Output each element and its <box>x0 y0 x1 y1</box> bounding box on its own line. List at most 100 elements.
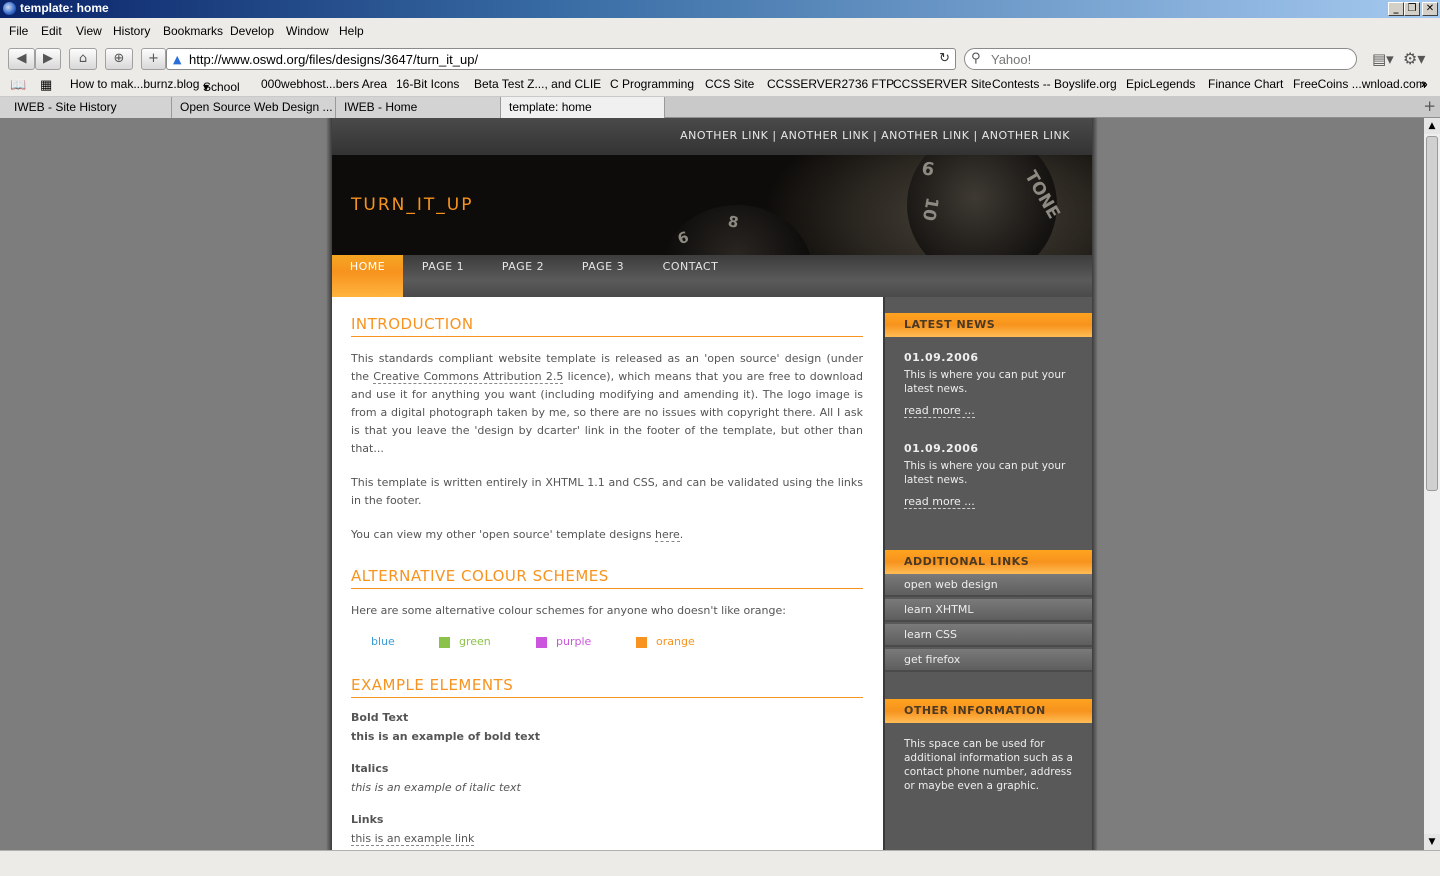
creative-commons-link[interactable]: Creative Commons Attribution 2.5 <box>373 370 564 384</box>
scroll-up-arrow-icon[interactable]: ▲ <box>1424 118 1440 134</box>
search-bar[interactable]: ⚲ Yahoo! <box>964 48 1357 70</box>
vertical-scrollbar[interactable]: ▲ ▼ <box>1424 118 1440 850</box>
menu-edit[interactable]: Edit <box>41 24 62 38</box>
menu-bar: File Edit View History Bookmarks Develop… <box>0 18 1440 44</box>
top-link[interactable]: ANOTHER LINK <box>982 129 1070 142</box>
purple-swatch <box>536 637 547 648</box>
new-tab-button[interactable]: + <box>141 48 166 70</box>
scheme-label: green <box>459 635 491 648</box>
orange-swatch <box>636 637 647 648</box>
menu-view[interactable]: View <box>76 24 102 38</box>
gear-icon[interactable]: ⚙▾ <box>1403 49 1425 68</box>
status-bar <box>0 850 1440 876</box>
menu-help[interactable]: Help <box>339 24 364 38</box>
bookmark-item[interactable]: CCS Site <box>705 77 754 91</box>
italic-text-example: this is an example of italic text <box>351 781 521 794</box>
scheme-orange-link[interactable]: orange <box>656 635 695 648</box>
minimize-button[interactable]: _ <box>1388 2 1404 16</box>
menu-history[interactable]: History <box>113 24 150 38</box>
news-date: 01.09.2006 <box>904 442 979 455</box>
nav-contact[interactable]: CONTACT <box>654 255 727 297</box>
scrollbar-thumb[interactable] <box>1426 136 1438 491</box>
bookmark-item[interactable]: EpicLegends <box>1126 77 1195 91</box>
scheme-blue-link[interactable]: blue <box>371 635 395 648</box>
scheme-label: orange <box>656 635 695 648</box>
scheme-label: blue <box>371 635 395 648</box>
forward-arrow-icon: ▶ <box>43 51 53 66</box>
intro-text: . <box>679 528 684 541</box>
chevron-down-icon: ▾ <box>203 80 210 94</box>
site-page: ANOTHER LINK | ANOTHER LINK | ANOTHER LINK | A… <box>332 118 1092 850</box>
back-button[interactable]: ◀ <box>8 48 35 70</box>
separator: | <box>772 129 777 142</box>
web-viewport: ANOTHER LINK | ANOTHER LINK | ANOTHER LINK | A… <box>0 118 1424 850</box>
close-button[interactable]: ✕ <box>1422 2 1438 16</box>
menu-develop[interactable]: Develop <box>230 24 274 38</box>
reload-icon[interactable]: ↻ <box>939 51 950 66</box>
latest-news-heading: LATEST NEWS <box>885 313 1092 337</box>
bookmark-item[interactable]: How to mak...burnz.blog <box>70 77 199 91</box>
tab-open-source-web-design[interactable]: Open Source Web Design ... <box>172 97 336 118</box>
example-link[interactable]: this is an example link <box>351 832 475 846</box>
nav-page-1[interactable]: PAGE 1 <box>411 255 475 297</box>
menu-bookmarks[interactable]: Bookmarks <box>163 24 223 38</box>
overflow-chevron-icon[interactable]: » <box>1421 77 1428 91</box>
menu-window[interactable]: Window <box>286 24 329 38</box>
navigation-toolbar: ◀ ▶ ⌂ ⊕ + ▲ http://www.oswd.org/files/de… <box>0 44 1440 74</box>
additional-links-heading: ADDITIONAL LINKS <box>885 550 1092 574</box>
intro-heading: INTRODUCTION <box>351 315 863 337</box>
sidebar-link-learn-css[interactable]: learn CSS <box>885 624 1092 647</box>
address-bar[interactable]: ▲ http://www.oswd.org/files/designs/3647… <box>166 48 956 70</box>
scroll-down-arrow-icon[interactable]: ▼ <box>1424 834 1440 850</box>
green-swatch <box>439 637 450 648</box>
bookmark-item[interactable]: 000webhost...bers Area <box>261 77 387 91</box>
bookmark-item[interactable]: CCSSERVER Site <box>893 77 991 91</box>
logo-banner: 6 8 9 10 TONE TURN_IT_UP <box>332 155 1092 255</box>
open-book-icon[interactable]: 📖 <box>10 77 26 93</box>
sidebar-link-open-web-design[interactable]: open web design <box>885 574 1092 597</box>
scheme-purple-link[interactable]: purple <box>556 635 591 648</box>
sidebar-link-learn-xhtml[interactable]: learn XHTML <box>885 599 1092 622</box>
intro-text: You can view my other 'open source' temp… <box>351 528 655 541</box>
example-elements-heading: EXAMPLE ELEMENTS <box>351 676 863 698</box>
read-more-link[interactable]: read more ... <box>904 404 975 418</box>
forward-button[interactable]: ▶ <box>35 48 61 70</box>
grid-icon[interactable]: ▦ <box>40 77 52 93</box>
here-link[interactable]: here <box>654 528 680 542</box>
top-link[interactable]: ANOTHER LINK <box>781 129 869 142</box>
menu-file[interactable]: File <box>9 24 28 38</box>
news-text: This is where you can put your latest ne… <box>904 369 1066 395</box>
tab-template-home[interactable]: template: home <box>501 97 665 118</box>
address-input[interactable]: http://www.oswd.org/files/designs/3647/t… <box>189 52 478 67</box>
home-button[interactable]: ⌂ <box>69 48 97 70</box>
bookmark-item[interactable]: C Programming <box>610 77 694 91</box>
separator: | <box>872 129 878 142</box>
bookmark-item[interactable]: Beta Test Z..., and CLIE <box>474 77 601 91</box>
top-link[interactable]: ANOTHER LINK <box>680 129 768 142</box>
scheme-green-link[interactable]: green <box>459 635 491 648</box>
maximize-button[interactable]: ❐ <box>1404 2 1420 16</box>
add-bookmark-button[interactable]: ⊕ <box>105 48 133 70</box>
tab-iweb-home[interactable]: IWEB - Home <box>336 97 501 118</box>
bookmark-item[interactable]: Contests -- Boyslife.org <box>992 77 1117 91</box>
search-icon: ⚲ <box>971 51 981 66</box>
page-menu-icon[interactable]: ▤▾ <box>1372 50 1394 68</box>
bookmark-item[interactable]: 16-Bit Icons <box>396 77 459 91</box>
site-logo-text[interactable]: TURN_IT_UP <box>351 195 473 215</box>
nav-page-2[interactable]: PAGE 2 <box>491 255 555 297</box>
search-input[interactable]: Yahoo! <box>991 52 1031 67</box>
read-more-link[interactable]: read more ... <box>904 495 975 509</box>
bookmarks-bar: 📖 ▦ How to mak...burnz.blog School ▾ 000… <box>0 74 1440 96</box>
bookmark-item[interactable]: CCSSERVER2736 FTP <box>767 77 894 91</box>
tab-site-history[interactable]: IWEB - Site History <box>0 97 172 118</box>
separator: | <box>973 129 978 142</box>
new-tab-plus-icon[interactable]: + <box>1423 97 1436 115</box>
nav-page-3[interactable]: PAGE 3 <box>571 255 635 297</box>
bookmark-item[interactable]: FreeCoins ...wnload.com <box>1293 77 1426 91</box>
alt-colour-text: Here are some alternative colour schemes… <box>351 604 786 617</box>
intro-paragraph-2: This template is written entirely in XHT… <box>351 476 863 507</box>
nav-home[interactable]: HOME <box>332 255 403 297</box>
bookmark-item[interactable]: Finance Chart <box>1208 77 1283 91</box>
top-link[interactable]: ANOTHER LINK <box>881 129 969 142</box>
sidebar-link-get-firefox[interactable]: get firefox <box>885 649 1092 672</box>
